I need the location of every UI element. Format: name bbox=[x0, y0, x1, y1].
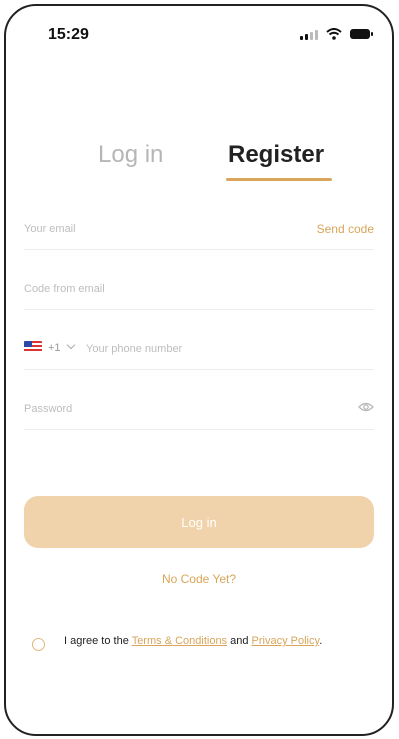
terms-link[interactable]: Terms & Conditions bbox=[132, 635, 227, 647]
code-field[interactable]: Code from email bbox=[24, 269, 374, 310]
status-time: 15:29 bbox=[48, 26, 89, 43]
signal-icon bbox=[300, 29, 318, 40]
privacy-link[interactable]: Privacy Policy bbox=[252, 635, 320, 647]
wifi-icon bbox=[326, 28, 342, 40]
password-field[interactable]: Password bbox=[24, 389, 374, 430]
agreement-middle: and bbox=[227, 635, 252, 647]
send-code-button[interactable]: Send code bbox=[317, 222, 374, 236]
battery-icon bbox=[350, 29, 373, 39]
tab-login[interactable]: Log in bbox=[98, 141, 163, 169]
phone-frame: 15:29 Log in Register Your email Send co… bbox=[4, 4, 394, 736]
phone-field[interactable]: +1 Your phone number bbox=[24, 329, 374, 370]
login-button[interactable]: Log in bbox=[24, 496, 374, 548]
tab-register[interactable]: Register bbox=[228, 141, 324, 169]
agreement-prefix: I agree to the bbox=[64, 635, 132, 647]
password-placeholder: Password bbox=[24, 403, 73, 415]
country-code[interactable]: +1 bbox=[48, 342, 61, 354]
eye-icon[interactable] bbox=[358, 399, 374, 415]
active-tab-indicator bbox=[226, 178, 332, 181]
system-icons bbox=[300, 28, 373, 40]
email-placeholder: Your email bbox=[24, 223, 76, 235]
agreement-text: I agree to the Terms & Conditions and Pr… bbox=[64, 633, 374, 649]
email-field[interactable]: Your email Send code bbox=[24, 209, 374, 250]
status-bar: 15:29 bbox=[6, 6, 392, 66]
chevron-down-icon[interactable] bbox=[66, 340, 76, 350]
code-placeholder: Code from email bbox=[24, 283, 105, 295]
phone-placeholder: Your phone number bbox=[86, 343, 183, 355]
agree-checkbox[interactable] bbox=[32, 638, 45, 651]
no-code-link[interactable]: No Code Yet? bbox=[6, 572, 392, 586]
auth-tabs: Log in Register bbox=[6, 141, 392, 191]
agreement-suffix: . bbox=[319, 635, 323, 647]
us-flag-icon[interactable] bbox=[24, 341, 42, 353]
